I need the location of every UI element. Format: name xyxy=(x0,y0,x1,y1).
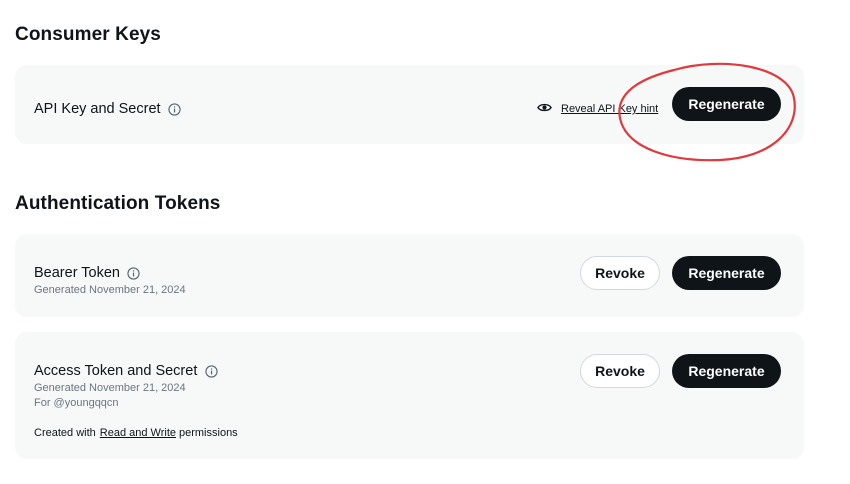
revoke-bearer-token-button[interactable]: Revoke xyxy=(580,256,660,290)
api-key-title: API Key and Secret xyxy=(34,101,161,117)
permissions-prefix: Created with xyxy=(34,427,96,439)
info-icon[interactable] xyxy=(127,266,141,280)
api-key-title-row: API Key and Secret xyxy=(34,101,182,117)
consumer-keys-heading: Consumer Keys xyxy=(15,24,161,45)
bearer-token-generated-date: Generated November 21, 2024 xyxy=(34,284,186,296)
page: Consumer Keys API Key and Secret Reveal … xyxy=(0,0,850,484)
bearer-token-title-row: Bearer Token xyxy=(34,265,141,281)
reveal-api-key-hint[interactable]: Reveal API Key hint xyxy=(537,102,658,116)
api-key-card: API Key and Secret Reveal API Key hint R… xyxy=(15,65,804,144)
access-token-title: Access Token and Secret xyxy=(34,363,198,379)
access-token-username: For @youngqqcn xyxy=(34,397,119,409)
permissions-suffix: permissions xyxy=(179,427,238,439)
info-icon[interactable] xyxy=(168,102,182,116)
authentication-tokens-heading: Authentication Tokens xyxy=(15,193,221,214)
access-token-card: Access Token and Secret Generated Novemb… xyxy=(15,332,804,459)
bearer-token-title: Bearer Token xyxy=(34,265,120,281)
revoke-access-token-button[interactable]: Revoke xyxy=(580,354,660,388)
regenerate-bearer-token-button[interactable]: Regenerate xyxy=(672,256,781,290)
regenerate-api-key-button[interactable]: Regenerate xyxy=(672,87,781,121)
access-token-generated-date: Generated November 21, 2024 xyxy=(34,382,186,394)
regenerate-access-token-button[interactable]: Regenerate xyxy=(672,354,781,388)
permissions-link[interactable]: Read and Write xyxy=(100,427,176,439)
access-token-title-row: Access Token and Secret xyxy=(34,363,218,379)
info-icon[interactable] xyxy=(204,364,218,378)
reveal-api-key-link[interactable]: Reveal API Key hint xyxy=(561,103,658,115)
bearer-token-card: Bearer Token Generated November 21, 2024… xyxy=(15,234,804,317)
permissions-line: Created with Read and Write permissions xyxy=(34,427,238,439)
eye-icon xyxy=(537,102,552,116)
